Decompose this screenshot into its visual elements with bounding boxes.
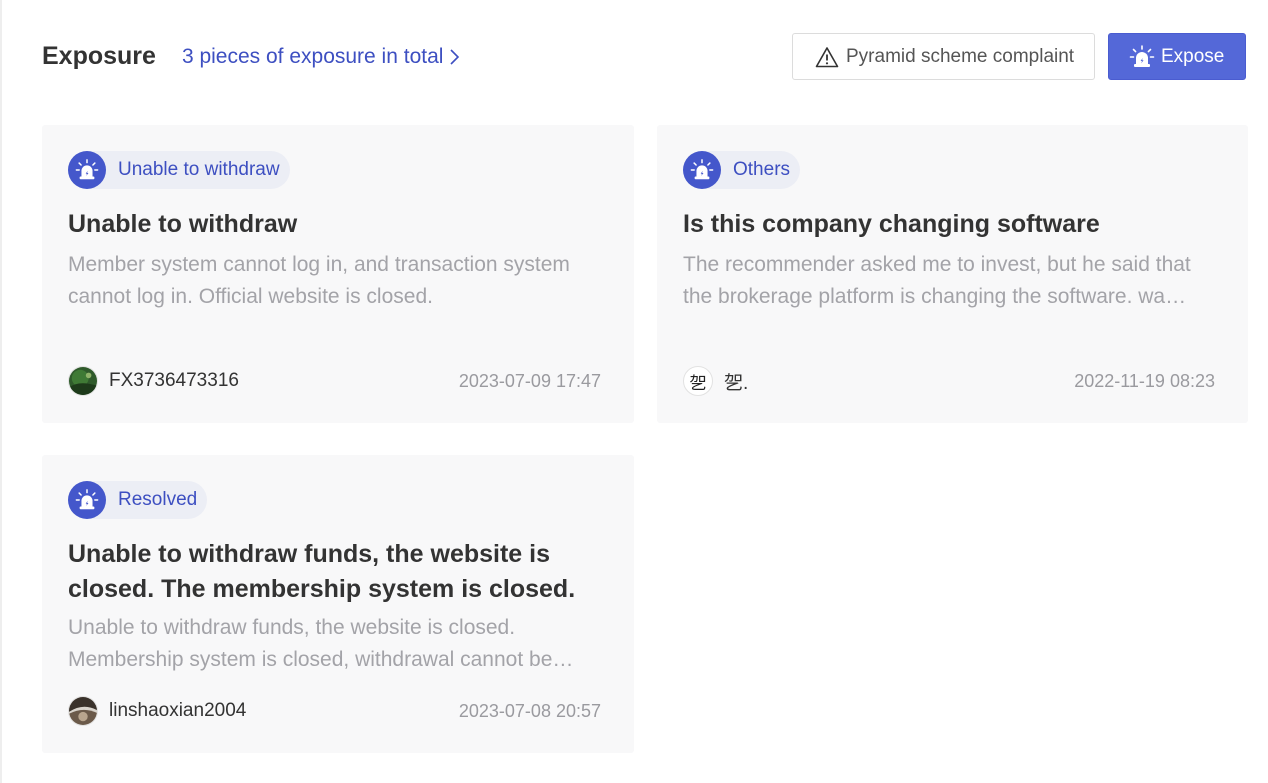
expose-label: Expose	[1161, 45, 1225, 67]
pyramid-complaint-button[interactable]: Pyramid scheme complaint	[792, 33, 1095, 80]
exposure-header: Exposure 3 pieces of exposure in total P…	[42, 33, 1246, 80]
pyramid-complaint-label: Pyramid scheme complaint	[846, 45, 1075, 67]
card-description: Unable to withdraw funds, the website is…	[68, 616, 574, 671]
category-tag: Others	[683, 151, 801, 189]
timestamp: 2023-07-08 20:57	[458, 700, 601, 721]
card-description: The recommender asked me to invest, but …	[683, 253, 1191, 308]
avatar-glyph: 乫	[689, 373, 707, 394]
total-exposure-link[interactable]: 3 pieces of exposure in total	[182, 45, 462, 69]
username: 乫.	[724, 372, 749, 394]
card-meta: 乫 乫. 2022-11-19 08:23	[683, 365, 1215, 397]
username: FX3736473316	[109, 370, 239, 391]
avatar	[68, 366, 98, 396]
timestamp: 2022-11-19 08:23	[1074, 370, 1215, 391]
category-tag: Resolved	[68, 481, 208, 519]
alarm-siren-icon	[690, 159, 714, 180]
card-meta: linshaoxian2004 2023-07-08 20:57	[68, 695, 601, 727]
category-tag: Unable to withdraw	[68, 151, 290, 189]
exposure-card[interactable]: Others Is this company changing software…	[657, 125, 1248, 423]
chevron-right-icon	[450, 48, 460, 65]
card-title: Unable to withdraw	[68, 210, 298, 238]
card-title: Is this company changing software	[683, 210, 1100, 238]
alarm-siren-icon	[75, 159, 99, 180]
tag-badge	[68, 481, 106, 519]
exposure-card[interactable]: Resolved Unable to withdraw funds, the w…	[42, 455, 634, 753]
avatar: 乫	[683, 366, 713, 396]
timestamp: 2023-07-09 17:47	[458, 370, 601, 391]
card-description: Member system cannot log in, and transac…	[68, 253, 570, 308]
tag-badge	[683, 151, 721, 189]
card-title: Unable to withdraw funds, the website is…	[68, 540, 576, 603]
exposure-card[interactable]: Unable to withdraw Unable to withdraw Me…	[42, 125, 634, 423]
category-tag-label: Unable to withdraw	[118, 159, 280, 180]
section-title: Exposure	[42, 42, 156, 70]
exposure-panel: Exposure 3 pieces of exposure in total P…	[0, 0, 1268, 783]
tag-badge	[68, 151, 106, 189]
warning-triangle-icon	[815, 46, 839, 67]
alarm-siren-icon	[1129, 44, 1155, 67]
category-tag-label: Others	[733, 159, 791, 180]
expose-button[interactable]: Expose	[1108, 33, 1246, 80]
username: linshaoxian2004	[109, 700, 247, 721]
avatar	[68, 696, 98, 726]
header-actions: Pyramid scheme complaint Expose	[792, 33, 1246, 80]
card-meta: FX3736473316 2023-07-09 17:47	[68, 365, 601, 397]
alarm-siren-icon	[75, 489, 99, 510]
category-tag-label: Resolved	[118, 489, 198, 510]
total-exposure-label: 3 pieces of exposure in total	[181, 44, 444, 68]
